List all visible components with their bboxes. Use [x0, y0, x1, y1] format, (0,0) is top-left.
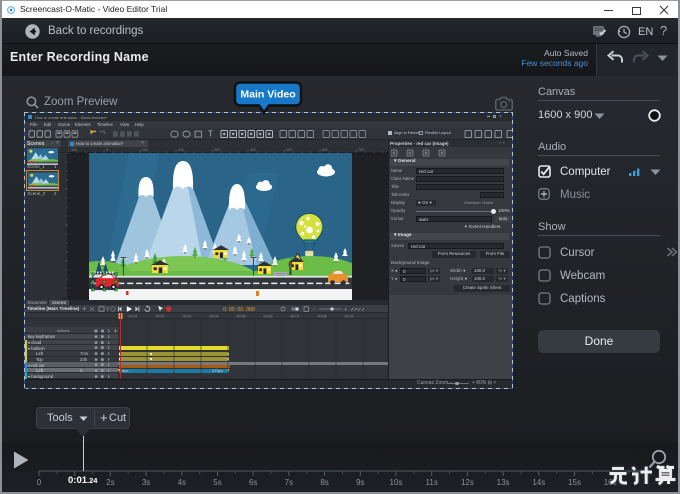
svg-text:00:01: 00:01: [129, 315, 138, 319]
svg-text:0: 0: [106, 148, 108, 152]
svg-text:00:07: 00:07: [291, 315, 300, 319]
svg-text:14s: 14s: [532, 478, 545, 487]
svg-text:00:05: 00:05: [237, 315, 246, 319]
svg-text:10s: 10s: [390, 478, 403, 487]
svg-text:T: T: [208, 130, 213, 139]
svg-text:7s: 7s: [285, 478, 293, 487]
svg-text:11s: 11s: [426, 478, 438, 487]
svg-text:0: 0: [37, 478, 42, 487]
svg-text:600: 600: [322, 148, 328, 152]
svg-text:00:06: 00:06: [264, 315, 273, 319]
svg-text:8s: 8s: [320, 478, 328, 487]
svg-text:13s: 13s: [497, 478, 510, 487]
svg-text:00:08: 00:08: [318, 315, 327, 319]
svg-text:200: 200: [178, 148, 184, 152]
svg-text:100: 100: [142, 148, 148, 152]
svg-text:6s: 6s: [249, 478, 257, 487]
svg-text:3s: 3s: [142, 478, 150, 487]
svg-text:-100: -100: [70, 148, 77, 152]
svg-text:00:04: 00:04: [210, 315, 219, 319]
svg-text:00:03: 00:03: [183, 315, 192, 319]
svg-text:400: 400: [250, 148, 256, 152]
svg-text:12s: 12s: [461, 478, 474, 487]
svg-text:15s: 15s: [568, 478, 581, 487]
svg-text:9s: 9s: [356, 478, 364, 487]
svg-text:500: 500: [286, 148, 292, 152]
svg-text:4s: 4s: [178, 478, 186, 487]
svg-text:5s: 5s: [213, 478, 221, 487]
svg-text:Main Video: Main Video: [240, 89, 295, 101]
svg-text:00:09: 00:09: [345, 315, 354, 319]
svg-text:00:02: 00:02: [156, 315, 165, 319]
svg-text:300: 300: [214, 148, 220, 152]
svg-text:700: 700: [358, 148, 364, 152]
